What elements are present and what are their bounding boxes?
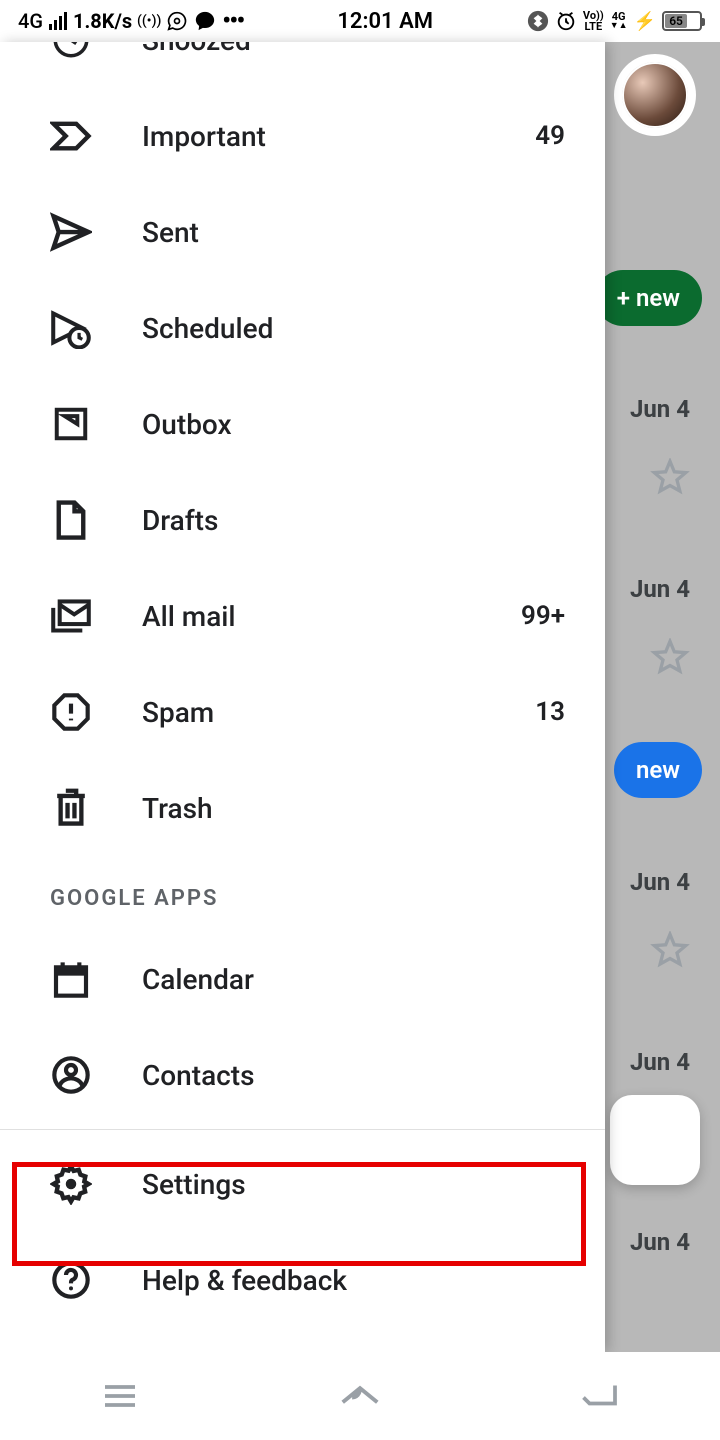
nav-label: Sent <box>142 216 565 249</box>
nav-settings[interactable]: Settings <box>0 1136 605 1232</box>
avatar[interactable] <box>622 62 688 128</box>
nav-trash[interactable]: Trash <box>0 760 605 856</box>
star-icon[interactable] <box>650 931 690 975</box>
bluetooth-icon <box>527 10 549 32</box>
nav-all-mail[interactable]: All mail 99+ <box>0 568 605 664</box>
nav-sent[interactable]: Sent <box>0 184 605 280</box>
settings-icon <box>50 1163 92 1205</box>
sent-icon <box>50 211 92 253</box>
nav-label: Important <box>142 120 535 153</box>
nav-spam[interactable]: Spam 13 <box>0 664 605 760</box>
system-nav-bar <box>0 1352 720 1440</box>
nav-label: Outbox <box>142 408 565 441</box>
nav-label: Drafts <box>142 504 565 537</box>
nav-drafts[interactable]: Drafts <box>0 472 605 568</box>
star-icon[interactable] <box>650 458 690 502</box>
email-date: Jun 4 <box>630 575 690 603</box>
nav-contacts[interactable]: Contacts <box>0 1027 605 1123</box>
nav-label: Trash <box>142 792 565 825</box>
network-icon-2: 4G ▼▲ <box>610 11 628 31</box>
whatsapp-icon <box>166 10 188 32</box>
navigation-drawer: Snoozed Important 49 Sent Scheduled <box>0 42 605 1352</box>
nav-label: Scheduled <box>142 312 565 345</box>
nav-count: 99+ <box>521 601 565 631</box>
calendar-icon <box>50 958 92 1000</box>
star-icon[interactable] <box>650 638 690 682</box>
section-google-apps: GOOGLE APPS <box>0 856 605 931</box>
nav-outbox[interactable]: Outbox <box>0 376 605 472</box>
outbox-icon <box>50 403 92 445</box>
nav-label: All mail <box>142 600 521 633</box>
important-icon <box>50 115 92 157</box>
network-type: 4G <box>18 9 43 33</box>
home-button[interactable] <box>336 1372 384 1420</box>
nav-calendar[interactable]: Calendar <box>0 931 605 1027</box>
alarm-icon <box>555 10 577 32</box>
hotspot-icon: ((•)) <box>138 10 160 32</box>
nav-help[interactable]: Help & feedback <box>0 1232 605 1328</box>
snoozed-icon <box>50 42 92 61</box>
nav-label: Snoozed <box>142 42 565 57</box>
status-bar: 4G 1.8K/s ((•)) ••• 12:01 AM Vo)) LTE 4G… <box>0 0 720 42</box>
email-date: Jun 4 <box>630 395 690 423</box>
battery-icon: 65 <box>662 11 702 31</box>
signal-icon <box>49 12 67 30</box>
contacts-icon <box>50 1054 92 1096</box>
email-date: Jun 4 <box>630 1228 690 1256</box>
message-icon <box>194 10 216 32</box>
email-date: Jun 4 <box>630 868 690 896</box>
all-mail-icon <box>50 595 92 637</box>
nav-count: 49 <box>535 121 565 151</box>
nav-count: 13 <box>535 697 565 727</box>
more-icon: ••• <box>222 6 243 36</box>
email-date: Jun 4 <box>630 1048 690 1076</box>
clock: 12:01 AM <box>337 9 433 34</box>
back-button[interactable] <box>576 1372 624 1420</box>
new-pill-social[interactable]: new <box>614 742 702 798</box>
divider <box>0 1129 605 1130</box>
nav-important[interactable]: Important 49 <box>0 88 605 184</box>
nav-scheduled[interactable]: Scheduled <box>0 280 605 376</box>
volte-icon: Vo)) LTE <box>583 10 604 32</box>
trash-icon <box>50 787 92 829</box>
nav-snoozed[interactable]: Snoozed <box>0 42 605 88</box>
nav-label: Settings <box>142 1168 565 1201</box>
nav-label: Help & feedback <box>142 1264 565 1297</box>
spam-icon <box>50 691 92 733</box>
scheduled-icon <box>50 307 92 349</box>
data-speed: 1.8K/s <box>73 9 132 33</box>
charging-icon: ⚡ <box>634 11 656 32</box>
recent-apps-button[interactable] <box>96 1372 144 1420</box>
nav-label: Spam <box>142 696 535 729</box>
nav-label: Calendar <box>142 963 565 996</box>
help-icon <box>50 1259 92 1301</box>
compose-button[interactable] <box>610 1095 700 1185</box>
drafts-icon <box>50 499 92 541</box>
nav-label: Contacts <box>142 1059 565 1092</box>
new-pill-promotions[interactable]: + new <box>595 270 702 326</box>
